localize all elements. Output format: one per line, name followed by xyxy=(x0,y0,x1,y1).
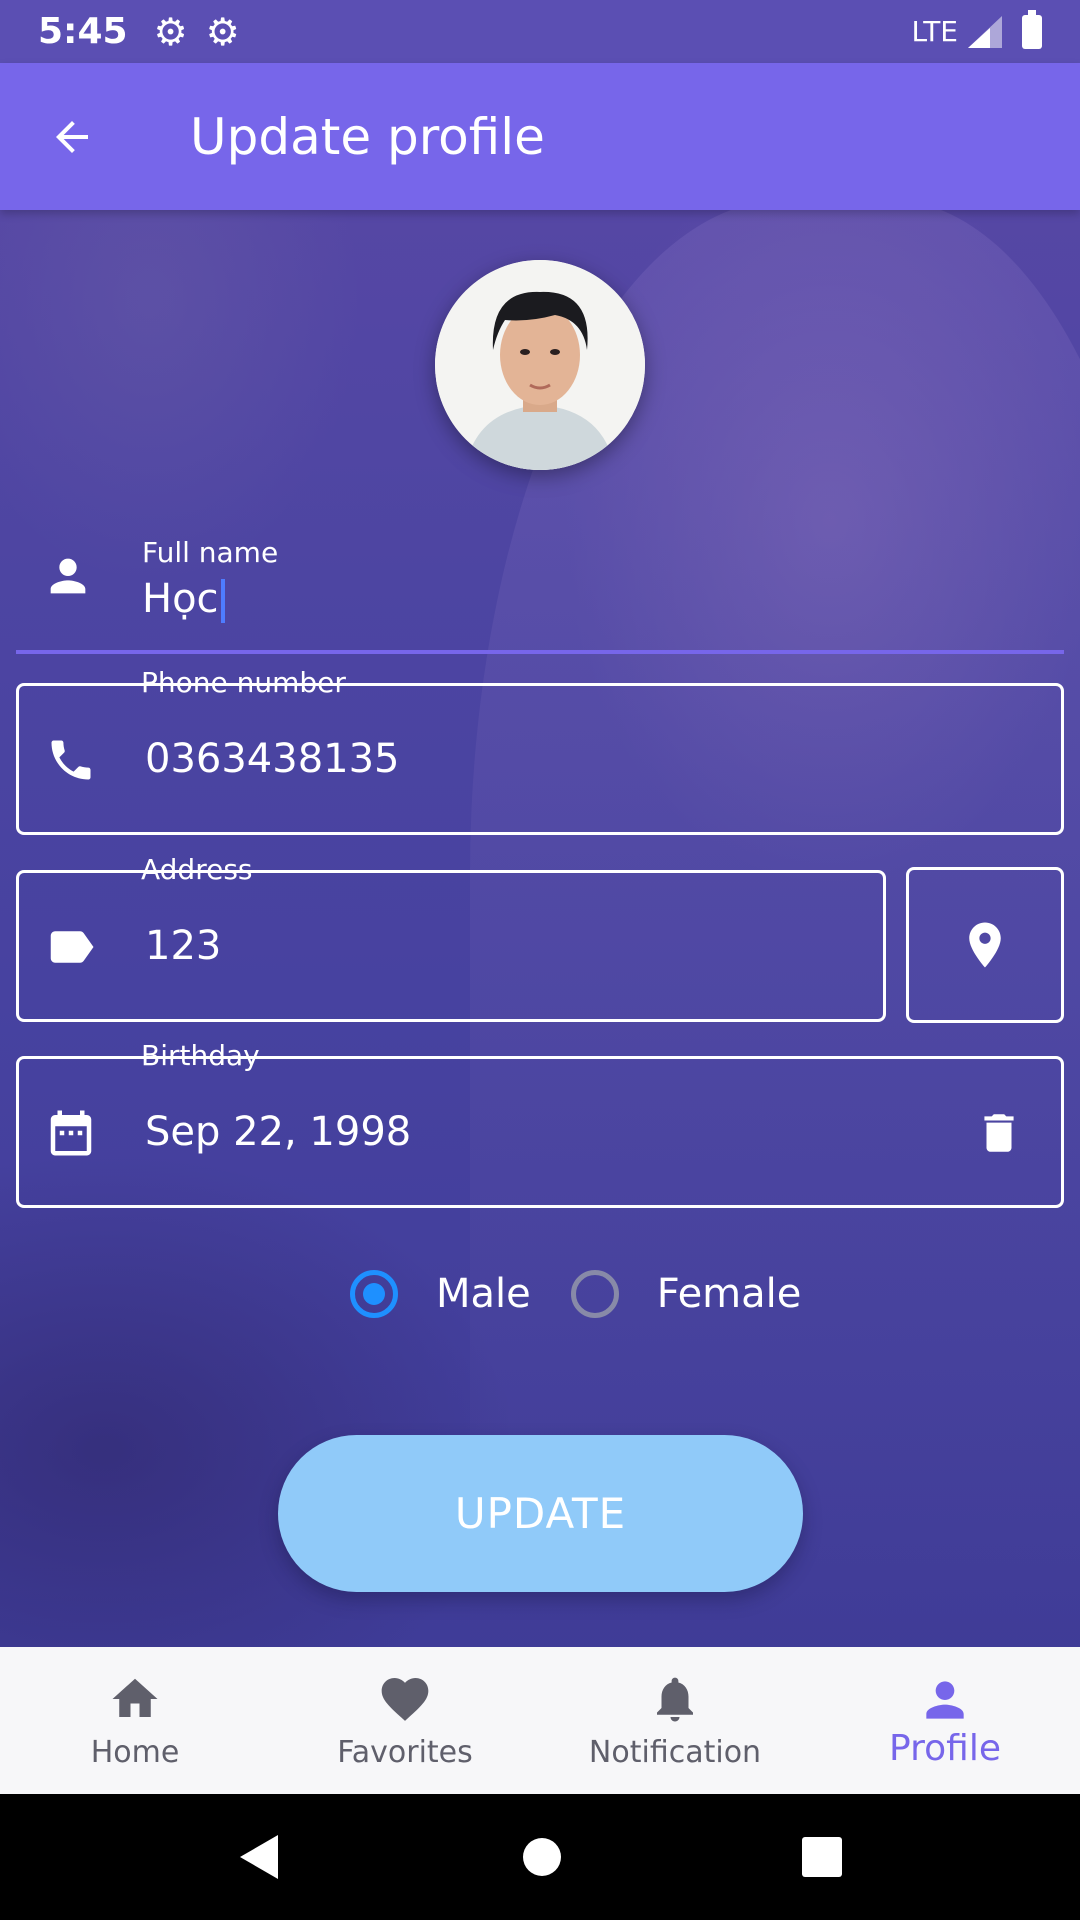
avatar[interactable] xyxy=(435,260,645,470)
nav-recents-icon[interactable] xyxy=(802,1837,842,1877)
arrow-back-icon xyxy=(56,120,88,153)
signal-icon xyxy=(968,15,1002,48)
full-name-value: Học xyxy=(142,576,219,622)
nav-label-home: Home xyxy=(90,1735,180,1770)
delete-icon[interactable] xyxy=(971,1105,1027,1161)
full-name-label: Full name xyxy=(142,536,279,569)
battery-icon xyxy=(1022,9,1042,49)
page-title: Update profile xyxy=(190,107,545,166)
system-navigation-bar xyxy=(0,1794,1080,1920)
status-time: 5:45 xyxy=(38,11,128,52)
phone-number-field[interactable]: Phone number 0363438135 xyxy=(16,666,1064,835)
calendar-icon xyxy=(41,1103,101,1163)
gender-option-male[interactable]: Male xyxy=(350,1270,531,1318)
birthday-label: Birthday xyxy=(141,1039,260,1072)
person-icon xyxy=(917,1672,973,1728)
address-value: 123 xyxy=(145,923,222,969)
full-name-field[interactable]: Full name Học xyxy=(16,520,1064,654)
home-icon xyxy=(107,1671,163,1727)
nav-label-favorites: Favorites xyxy=(337,1735,473,1770)
gender-label-male: Male xyxy=(436,1271,531,1317)
full-name-input[interactable]: Học xyxy=(142,576,225,623)
pick-location-button[interactable] xyxy=(906,867,1064,1023)
avatar-photo xyxy=(435,260,645,470)
phone-icon xyxy=(41,730,101,790)
label-tag-icon xyxy=(41,917,101,977)
gender-label-female: Female xyxy=(656,1271,802,1317)
phone-number-label: Phone number xyxy=(141,666,346,699)
settings-notification-icon: ⚙ xyxy=(153,9,188,54)
update-button[interactable]: UPDATE xyxy=(278,1435,803,1592)
nav-home-icon[interactable] xyxy=(522,1837,562,1877)
nav-label-profile: Profile xyxy=(889,1728,1001,1769)
nav-back-icon[interactable] xyxy=(238,1833,282,1881)
birthday-field[interactable]: Birthday Sep 22, 1998 xyxy=(16,1039,1064,1208)
radio-male[interactable] xyxy=(350,1270,398,1318)
phone-number-value: 0363438135 xyxy=(145,736,400,782)
bell-icon xyxy=(647,1671,703,1727)
address-label: Address xyxy=(141,853,253,886)
status-bar: 5:45 ⚙ ⚙ LTE xyxy=(0,0,1080,63)
settings-notification-icon-2: ⚙ xyxy=(205,9,240,54)
heart-icon xyxy=(377,1671,433,1727)
person-icon xyxy=(38,546,98,606)
location-pin-icon xyxy=(969,922,1001,968)
birthday-value: Sep 22, 1998 xyxy=(145,1109,412,1155)
back-button[interactable] xyxy=(12,77,132,197)
gender-radio-group: Male Female xyxy=(350,1270,801,1318)
status-indicators: LTE xyxy=(911,9,1042,49)
radio-female[interactable] xyxy=(570,1270,619,1318)
address-field[interactable]: Address 123 xyxy=(16,853,886,1022)
app-bar: Update profile xyxy=(0,63,1080,210)
nav-label-notification: Notification xyxy=(588,1735,762,1770)
bottom-navigation: Home Favorites Notification Profile xyxy=(0,1647,1080,1794)
nav-item-profile[interactable]: Profile xyxy=(810,1647,1080,1794)
text-cursor xyxy=(220,579,225,623)
network-type: LTE xyxy=(911,15,958,48)
nav-item-home[interactable]: Home xyxy=(0,1647,270,1794)
gender-option-female[interactable]: Female xyxy=(570,1270,802,1318)
nav-item-notification[interactable]: Notification xyxy=(540,1647,810,1794)
nav-item-favorites[interactable]: Favorites xyxy=(270,1647,540,1794)
